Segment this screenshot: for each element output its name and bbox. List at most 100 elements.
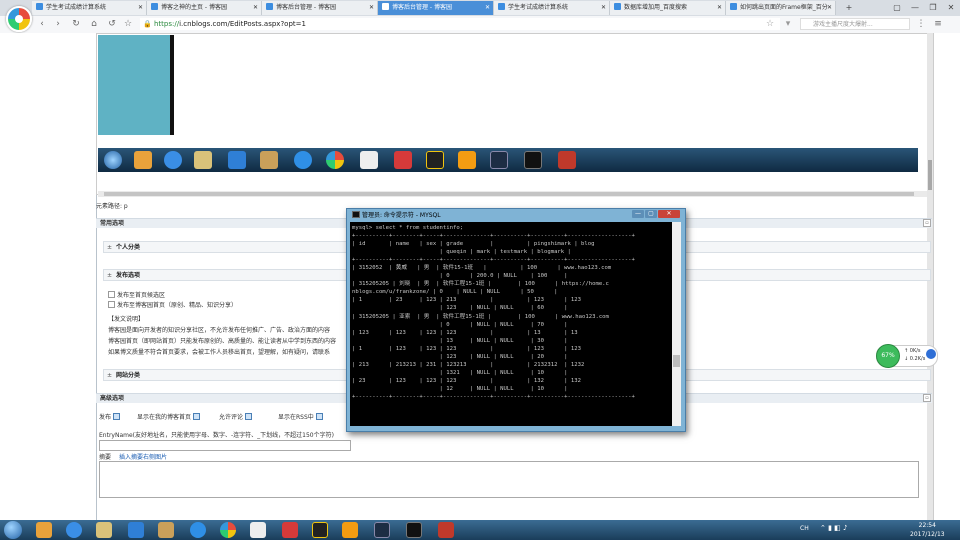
undo-icon[interactable]: ↺ (106, 18, 118, 30)
summary-textarea[interactable] (99, 461, 919, 498)
checkbox-homepage[interactable]: 发布至博客园首页（原创、精品、知识分享） (108, 300, 237, 309)
checkbox-icon[interactable] (113, 413, 121, 420)
cmd-scrollbar[interactable] (672, 222, 681, 426)
window-restore-button[interactable]: ▢ (888, 0, 906, 16)
taskbar-me-icon[interactable] (374, 522, 390, 538)
collapse-icon[interactable]: ▫ (923, 394, 931, 402)
lock-icon: 🔒 (143, 20, 152, 28)
taskbar-browser-icon[interactable] (128, 522, 144, 538)
tab-4-active[interactable]: 博客后台管理 - 博客园 ✕ (378, 1, 494, 15)
collapse-icon[interactable]: ▫ (923, 219, 931, 227)
taskbar-flag-icon[interactable] (438, 522, 454, 538)
taskbar-app-icon[interactable] (190, 522, 206, 538)
tab-3[interactable]: 博客后台管理 - 博客园 ✕ (262, 1, 378, 15)
checkbox-candidate[interactable]: 发布至首页候选区 (108, 290, 165, 299)
widget-percent[interactable]: 67% (876, 344, 900, 368)
option-allow-comment[interactable]: 允许评论 (219, 412, 254, 421)
new-tab-button[interactable]: + (840, 0, 858, 16)
cmd-line: mysql> select * from studentinfo; (352, 225, 464, 231)
cmd-line: | 1321 | NULL | NULL | 10 | (352, 369, 568, 376)
back-icon[interactable]: ‹ (36, 18, 48, 30)
app-icon (294, 151, 312, 169)
taskbar-app-icon[interactable] (312, 522, 328, 538)
entryname-input[interactable] (99, 440, 351, 451)
cmd-output: mysql> select * from studentinfo; +------… (350, 222, 672, 403)
taskbar-browser-logo-icon[interactable] (220, 522, 236, 538)
reload-icon[interactable]: ↻ (70, 18, 82, 30)
tab-close-icon[interactable]: ✕ (827, 1, 832, 15)
menu-icon[interactable]: ≡ (932, 18, 944, 30)
checkbox-icon[interactable] (108, 301, 115, 308)
cmd-close-button[interactable]: ✕ (658, 210, 680, 218)
cmd-maximize-button[interactable]: ▢ (645, 210, 657, 218)
cmd-console[interactable]: mysql> select * from studentinfo; +------… (350, 222, 672, 426)
taskbar-document-icon[interactable] (250, 522, 266, 538)
clock[interactable]: 22:54 2017/12/13 (910, 521, 945, 539)
tab-close-icon[interactable]: ✕ (369, 1, 374, 15)
browser-logo-icon (326, 151, 344, 169)
checkbox-icon[interactable] (193, 413, 201, 420)
home-icon[interactable]: ⌂ (88, 18, 100, 30)
cmd-line: +----------+--------+-----+-------------… (352, 233, 635, 240)
cmd-minimize-button[interactable]: — (632, 210, 644, 218)
embedded-image (98, 35, 170, 135)
checkbox-icon[interactable] (108, 291, 115, 298)
taskbar-shopping-icon[interactable] (342, 522, 358, 538)
window-maximize-button[interactable]: ❐ (924, 0, 942, 16)
tab-2[interactable]: 博客之神的主页 - 博客园 ✕ (147, 1, 262, 15)
notice-line: 博客园是面向开发者的知识分享社区，不允许发布任何推广、广告、政治方面的内容 (108, 327, 331, 334)
taskbar-folder-icon[interactable] (96, 522, 112, 538)
option-publish[interactable]: 发布 (99, 412, 122, 421)
ime-indicator[interactable]: CH (800, 525, 809, 532)
tab-label: 博客后台管理 - 博客园 (276, 4, 336, 11)
taskbar-terminal-icon[interactable] (406, 522, 422, 538)
checkbox-icon[interactable] (315, 413, 323, 420)
tab-1[interactable]: 学生考试成绩计算系统 ✕ (32, 1, 147, 15)
tab-close-icon[interactable]: ✕ (485, 1, 490, 15)
taskbar-app-icon[interactable] (36, 522, 52, 538)
cmd-scroll-thumb[interactable] (673, 355, 680, 367)
window-close-button[interactable]: ✕ (942, 0, 960, 16)
forward-icon[interactable]: › (52, 18, 64, 30)
insert-image-link[interactable]: 插入摘要右侧图片 (119, 452, 167, 461)
tab-label: 数据库增加用_百度搜索 (624, 4, 688, 11)
vertical-scroll-thumb[interactable] (928, 160, 932, 190)
tab-close-icon[interactable]: ✕ (253, 1, 258, 15)
tab-label: 学生考试成绩计算系统 (508, 4, 569, 11)
taskbar-media-icon[interactable] (158, 522, 174, 538)
tab-close-icon[interactable]: ✕ (138, 1, 143, 15)
horizontal-scroll-thumb[interactable] (104, 192, 914, 196)
taskbar-app-icon[interactable] (282, 522, 298, 538)
address-bar[interactable]: 🔒 https://i.cnblogs.com/EditPosts.aspx?op… (140, 18, 780, 30)
left-margin (0, 33, 97, 520)
os-taskbar (0, 520, 960, 540)
taskbar-ie-icon[interactable] (66, 522, 82, 538)
cmd-line: | 1 | 123 | 123 | 123 | | 123 | 123 (352, 345, 582, 352)
window-minimize-button[interactable]: — (906, 0, 924, 16)
tab-close-icon[interactable]: ✕ (717, 1, 722, 15)
browser-logo-icon[interactable] (6, 6, 32, 32)
checkbox-icon[interactable] (245, 413, 253, 420)
dropdown-icon[interactable]: ▾ (782, 18, 794, 30)
tab-close-icon[interactable]: ✕ (601, 1, 606, 15)
option-show-rss[interactable]: 显示在RSS中 (278, 412, 325, 421)
start-button[interactable] (4, 521, 22, 539)
search-input[interactable]: 游戏主播尺度大爆射... (800, 18, 910, 30)
option-label: 发布 (99, 414, 112, 421)
star-icon[interactable]: ☆ (764, 18, 776, 30)
tab-7[interactable]: 如何跳出页面的Frame框架_百分 ✕ (726, 1, 836, 15)
bookmark-star-icon[interactable]: ☆ (122, 18, 134, 30)
me-icon (490, 151, 508, 169)
tray-icons[interactable]: ⌃ ▮ ◧ ♪ (820, 524, 847, 532)
option-show-in-mine[interactable]: 显示在我的博客首页 (137, 412, 202, 421)
extensions-icon[interactable]: ⋮ (915, 18, 927, 30)
element-path: 元素路径: p (96, 203, 128, 210)
cmd-line: | 213 | 213213 | 231 | 123213 | | 213231… (352, 361, 585, 368)
app-icon (426, 151, 444, 169)
download-speed-value: 0.2K/s (909, 356, 926, 362)
tab-6[interactable]: 数据库增加用_百度搜索 ✕ (610, 1, 726, 15)
notice-line: 如果博文质量不符合首页要求，会被工作人员移出首页，望理解，如有疑问，请联系 (108, 349, 331, 356)
flag-icon (558, 151, 576, 169)
tab-5[interactable]: 学生考试成绩计算系统 ✕ (494, 1, 610, 15)
shield-icon[interactable] (926, 349, 936, 359)
